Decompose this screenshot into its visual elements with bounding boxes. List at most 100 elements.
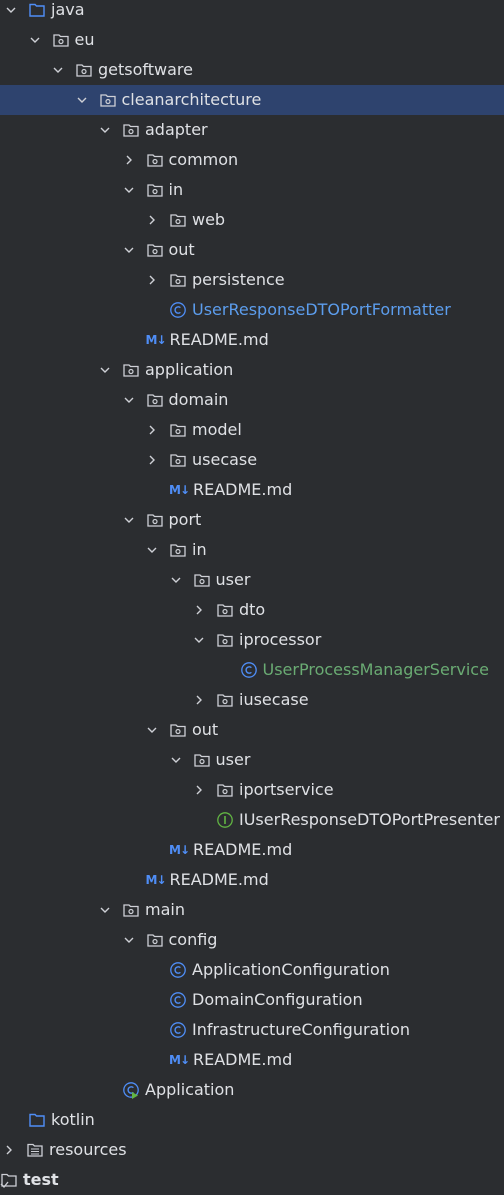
tree-item-label: dto <box>239 600 266 619</box>
tree-item-port-out-user[interactable]: user <box>0 745 504 775</box>
tree-item-adapter-out-persistence[interactable]: persistence <box>0 265 504 295</box>
chevron-down-icon[interactable] <box>192 633 206 647</box>
tree-item-label: out <box>168 240 195 259</box>
tree-item-config-readme[interactable]: M↓ README.md <box>0 1045 504 1075</box>
chevron-down-icon[interactable] <box>122 183 136 197</box>
chevron-down-icon[interactable] <box>98 363 112 377</box>
tree-item-domain-config[interactable]: DomainConfiguration <box>0 985 504 1015</box>
package-icon <box>146 151 164 169</box>
tree-item-application[interactable]: application <box>0 355 504 385</box>
chevron-right-icon[interactable] <box>192 783 206 797</box>
chevron-down-icon[interactable] <box>75 93 89 107</box>
chevron-right-icon[interactable] <box>192 603 206 617</box>
chevron-right-icon[interactable] <box>122 153 136 167</box>
tree-item-label: user <box>215 750 251 769</box>
tree-item-java[interactable]: java <box>0 0 504 25</box>
chevron-right-icon[interactable] <box>145 423 159 437</box>
tree-item-application-readme[interactable]: M↓ README.md <box>0 865 504 895</box>
tree-item-adapter-out-formatter[interactable]: UserResponseDTOPortFormatter <box>0 295 504 325</box>
tree-item-domain-readme[interactable]: M↓ README.md <box>0 475 504 505</box>
tree-item-domain[interactable]: domain <box>0 385 504 415</box>
tree-item-label: UserResponseDTOPortFormatter <box>192 300 451 319</box>
tree-item-label: usecase <box>192 450 258 469</box>
chevron-down-icon[interactable] <box>98 903 112 917</box>
tree-item-label: port <box>168 510 202 529</box>
tree-item-port[interactable]: port <box>0 505 504 535</box>
tree-item-user-process-manager[interactable]: UserProcessManagerService <box>0 655 504 685</box>
tree-item-label: user <box>215 570 251 589</box>
tree-item-getsoftware[interactable]: getsoftware <box>0 55 504 85</box>
tree-item-label: adapter <box>145 120 208 139</box>
tree-item-iuser-presenter[interactable]: IUserResponseDTOPortPresenter <box>0 805 504 835</box>
tree-item-port-out[interactable]: out <box>0 715 504 745</box>
tree-item-label: Application <box>145 1080 235 1099</box>
tree-item-port-out-user-iportservice[interactable]: iportservice <box>0 775 504 805</box>
package-icon <box>216 601 234 619</box>
chevron-down-icon[interactable] <box>145 543 159 557</box>
resources-folder-icon <box>26 1141 44 1159</box>
tree-item-infra-config[interactable]: InfrastructureConfiguration <box>0 1015 504 1045</box>
chevron-right-icon[interactable] <box>145 213 159 227</box>
chevron-down-icon[interactable] <box>122 513 136 527</box>
tree-item-resources[interactable]: resources <box>0 1135 504 1165</box>
package-icon <box>52 31 70 49</box>
tree-item-label: config <box>168 930 218 949</box>
chevron-right-icon[interactable] <box>2 1143 16 1157</box>
tree-item-cleanarchitecture[interactable]: cleanarchitecture <box>0 85 504 115</box>
chevron-down-icon[interactable] <box>122 933 136 947</box>
tree-item-adapter-common[interactable]: common <box>0 145 504 175</box>
chevron-right-icon[interactable] <box>145 273 159 287</box>
tree-item-adapter-out[interactable]: out <box>0 235 504 265</box>
tree-item-application-class[interactable]: Application <box>0 1075 504 1105</box>
tree-item-port-in-user-dto[interactable]: dto <box>0 595 504 625</box>
tree-item-config[interactable]: config <box>0 925 504 955</box>
package-icon <box>146 241 164 259</box>
tree-item-port-readme[interactable]: M↓ README.md <box>0 835 504 865</box>
class-icon <box>169 961 187 979</box>
package-icon <box>75 61 93 79</box>
tree-item-label: getsoftware <box>98 60 193 79</box>
chevron-down-icon[interactable] <box>145 723 159 737</box>
tree-item-kotlin[interactable]: kotlin <box>0 1105 504 1135</box>
package-icon <box>169 721 187 739</box>
tree-item-port-in-user-iusecase[interactable]: iusecase <box>0 685 504 715</box>
tree-item-label: domain <box>168 390 229 409</box>
package-icon <box>193 751 211 769</box>
tree-item-label: iportservice <box>239 780 334 799</box>
tree-item-port-in-user[interactable]: user <box>0 565 504 595</box>
chevron-right-icon[interactable] <box>145 453 159 467</box>
tree-item-main[interactable]: main <box>0 895 504 925</box>
tree-item-label: IUserResponseDTOPortPresenter <box>239 810 500 829</box>
package-icon <box>122 901 140 919</box>
tree-item-adapter-in[interactable]: in <box>0 175 504 205</box>
tree-item-domain-model[interactable]: model <box>0 415 504 445</box>
tree-item-adapter-in-web[interactable]: web <box>0 205 504 235</box>
tree-item-label: iprocessor <box>239 630 322 649</box>
tree-item-adapter[interactable]: adapter <box>0 115 504 145</box>
chevron-down-icon[interactable] <box>169 753 183 767</box>
chevron-right-icon[interactable] <box>192 693 206 707</box>
tree-item-app-config[interactable]: ApplicationConfiguration <box>0 955 504 985</box>
chevron-down-icon[interactable] <box>51 63 65 77</box>
tree-item-eu[interactable]: eu <box>0 25 504 55</box>
tree-item-domain-usecase[interactable]: usecase <box>0 445 504 475</box>
chevron-down-icon[interactable] <box>98 123 112 137</box>
tree-item-label: persistence <box>192 270 285 289</box>
tree-item-label: out <box>192 720 219 739</box>
chevron-down-icon[interactable] <box>4 3 18 17</box>
class-icon <box>240 661 258 679</box>
package-icon <box>146 181 164 199</box>
chevron-down-icon[interactable] <box>28 33 42 47</box>
tree-item-port-in-user-iprocessor[interactable]: iprocessor <box>0 625 504 655</box>
package-icon <box>169 421 187 439</box>
tree-item-label: README.md <box>193 1050 293 1069</box>
package-icon <box>216 691 234 709</box>
tree-item-adapter-readme[interactable]: M↓ README.md <box>0 325 504 355</box>
tree-item-port-in[interactable]: in <box>0 535 504 565</box>
chevron-down-icon[interactable] <box>122 243 136 257</box>
chevron-down-icon[interactable] <box>122 393 136 407</box>
tree-item-label: kotlin <box>51 1110 95 1129</box>
chevron-down-icon[interactable] <box>169 573 183 587</box>
source-folder-icon <box>28 1111 46 1129</box>
markdown-icon: M↓ <box>169 1053 190 1067</box>
